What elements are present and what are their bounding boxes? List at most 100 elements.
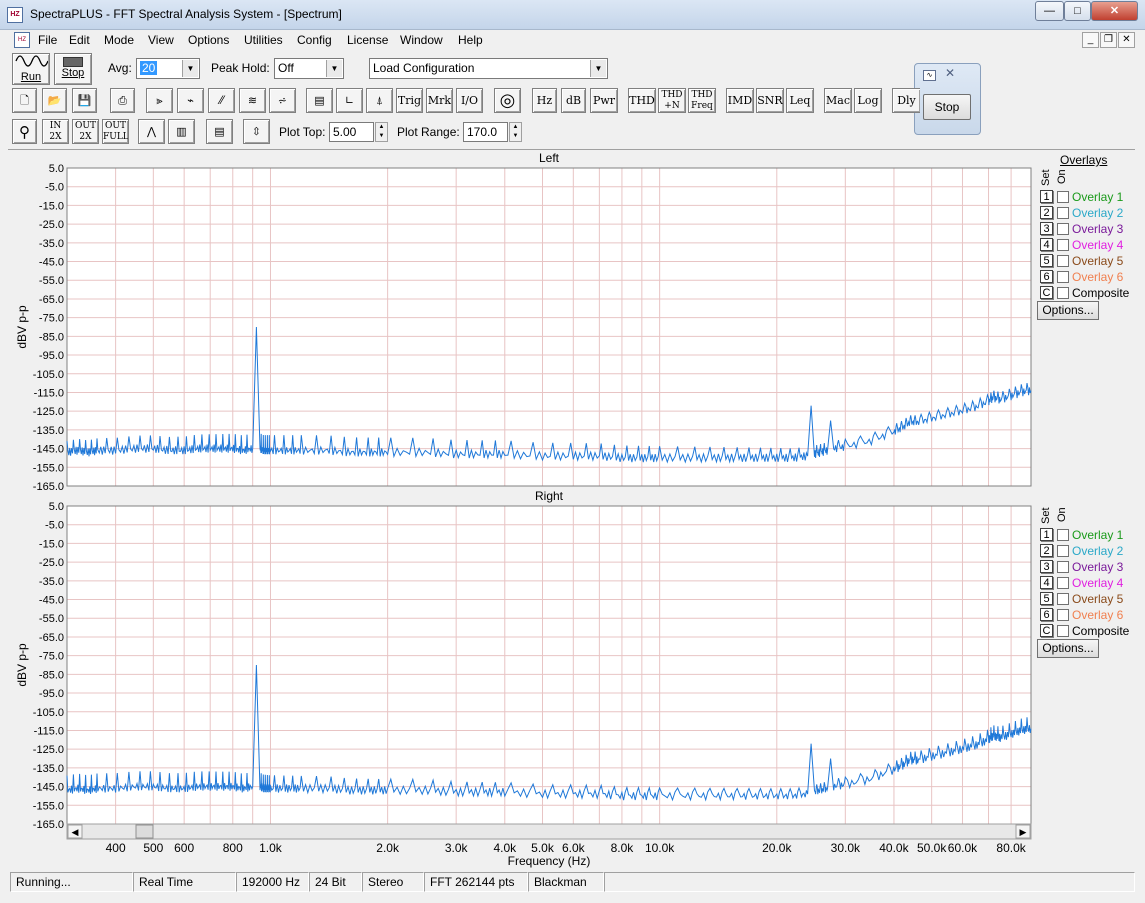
spectrum-arrows-icon[interactable]: ⫸	[146, 88, 173, 113]
overlay-checkbox[interactable]	[1057, 287, 1069, 299]
overlay-label: Overlay 6	[1072, 608, 1124, 622]
menu-options[interactable]: Options	[188, 33, 229, 47]
overlay-set-button-2[interactable]: 2	[1040, 206, 1053, 219]
plot-top-input[interactable]: 5.00	[329, 122, 374, 142]
zoom-full-button[interactable]: OUT FULL	[102, 119, 129, 144]
overlay-checkbox[interactable]	[1057, 239, 1069, 251]
overlay-set-button-2[interactable]: 2	[1040, 544, 1053, 557]
overlay-options-button[interactable]: Options...	[1037, 639, 1099, 658]
menu-config[interactable]: Config	[297, 33, 332, 47]
menu-file[interactable]: File	[38, 33, 57, 47]
plot-range-input[interactable]: 170.0	[463, 122, 508, 142]
close-button[interactable]: ✕	[1091, 1, 1138, 21]
line-plot-icon[interactable]: ⋀	[138, 119, 165, 144]
menu-view[interactable]: View	[148, 33, 174, 47]
zoom-icon[interactable]: ⚲	[12, 119, 37, 144]
mdi-close-button[interactable]: ✕	[1118, 32, 1135, 48]
spectrogram-icon[interactable]: ≋	[239, 88, 266, 113]
io-button[interactable]: I/O	[456, 88, 483, 113]
mdi-restore-button[interactable]: ❐	[1100, 32, 1117, 48]
menu-mode[interactable]: Mode	[104, 33, 134, 47]
chart-title: Right	[535, 489, 564, 503]
menu-help[interactable]: Help	[458, 33, 483, 47]
mdi-minimize-button[interactable]: _	[1082, 32, 1099, 48]
overlay-set-button-5[interactable]: 5	[1040, 254, 1053, 267]
peak-hold-select[interactable]: Off ▼	[274, 58, 344, 79]
mrk-button[interactable]: Mrk	[426, 88, 453, 113]
overlay-set-button-6[interactable]: 6	[1040, 608, 1053, 621]
overlay-checkbox[interactable]	[1057, 271, 1069, 283]
save-icon[interactable]: 💾	[72, 88, 97, 113]
thd-button[interactable]: THD	[628, 88, 656, 113]
overlay-set-button-5[interactable]: 5	[1040, 592, 1053, 605]
open-folder-icon[interactable]: 📂	[42, 88, 67, 113]
menu-window[interactable]: Window	[400, 33, 443, 47]
overlay-checkbox[interactable]	[1057, 625, 1069, 637]
dly-button[interactable]: Dly	[892, 88, 920, 113]
hz-button[interactable]: Hz	[532, 88, 557, 113]
3d-plot-icon[interactable]: ⩫	[269, 88, 296, 113]
overlay-set-button-4[interactable]: 4	[1040, 576, 1053, 589]
pwr-button[interactable]: Pwr	[590, 88, 618, 113]
generator-icon[interactable]: ◎	[494, 88, 521, 113]
snr-button[interactable]: SNR	[756, 88, 784, 113]
plot-settings-icon[interactable]: ▤	[206, 119, 233, 144]
overlay-set-button-3[interactable]: 3	[1040, 560, 1053, 573]
menu-utilities[interactable]: Utilities	[244, 33, 283, 47]
overlay-set-button-3[interactable]: 3	[1040, 222, 1053, 235]
overlay-checkbox[interactable]	[1057, 255, 1069, 267]
ramp-icon[interactable]: ⁄⁄	[208, 88, 235, 113]
maximize-button[interactable]: □	[1064, 1, 1091, 21]
new-file-icon[interactable]: 🗋	[12, 88, 37, 113]
document-icon[interactable]: HZ	[14, 32, 30, 48]
print-icon[interactable]: ⎙	[110, 88, 135, 113]
overlay-checkbox[interactable]	[1057, 593, 1069, 605]
menu-edit[interactable]: Edit	[69, 33, 90, 47]
zoom-in-2x-button[interactable]: IN 2X	[42, 119, 69, 144]
db-button[interactable]: dB	[561, 88, 586, 113]
stop-window-button[interactable]: Stop	[923, 94, 971, 120]
overlay-checkbox[interactable]	[1057, 529, 1069, 541]
bar-plot-icon[interactable]: ▥	[168, 119, 195, 144]
overlay-checkbox[interactable]	[1057, 223, 1069, 235]
minimize-button[interactable]: —	[1035, 1, 1064, 21]
close-icon[interactable]: ✕	[945, 66, 955, 80]
overlay-checkbox[interactable]	[1057, 561, 1069, 573]
settings-panel-icon[interactable]: ▤	[306, 88, 333, 113]
mac-button[interactable]: Mac	[824, 88, 852, 113]
overlay-set-button-4[interactable]: 4	[1040, 238, 1053, 251]
stop-button[interactable]: Stop	[54, 53, 92, 85]
overlay-checkbox[interactable]	[1057, 577, 1069, 589]
overlay-options-button[interactable]: Options...	[1037, 301, 1099, 320]
axis-icon[interactable]: ∟	[336, 88, 363, 113]
x-tick-label: 80.0k	[996, 841, 1026, 855]
chevron-down-icon: ▼	[182, 60, 198, 77]
log-button[interactable]: Log	[854, 88, 882, 113]
run-button[interactable]: Run	[12, 53, 50, 85]
scope-icon[interactable]: ⌁	[177, 88, 204, 113]
zoom-out-2x-button[interactable]: OUT 2X	[72, 119, 99, 144]
overlay-checkbox[interactable]	[1057, 545, 1069, 557]
overlay-set-button-6[interactable]: 6	[1040, 270, 1053, 283]
filter-icon[interactable]: ⍋	[366, 88, 393, 113]
overlay-set-button-1[interactable]: 1	[1040, 528, 1053, 541]
overlay-set-button-1[interactable]: 1	[1040, 190, 1053, 203]
overlay-set-button-c[interactable]: C	[1040, 286, 1053, 299]
overlay-set-button-c[interactable]: C	[1040, 624, 1053, 637]
imd-button[interactable]: IMD	[726, 88, 754, 113]
overlay-checkbox[interactable]	[1057, 191, 1069, 203]
menu-license[interactable]: License	[347, 33, 388, 47]
overlay-checkbox[interactable]	[1057, 609, 1069, 621]
plot-top-spinner[interactable]: ▲ ▼	[375, 122, 388, 142]
overlay-label: Overlay 4	[1072, 238, 1124, 252]
thd-n-button[interactable]: THD +N	[658, 88, 686, 113]
trig-button[interactable]: Trig	[396, 88, 423, 113]
avg-select[interactable]: 20 ▼	[136, 58, 200, 79]
overlay-checkbox[interactable]	[1057, 207, 1069, 219]
chevron-down-icon: ▼	[326, 60, 342, 77]
vertical-scale-icon[interactable]: ⇳	[243, 119, 270, 144]
thd-freq-button[interactable]: THD Freq	[688, 88, 716, 113]
configuration-select[interactable]: Load Configuration ▼	[369, 58, 608, 79]
leq-button[interactable]: Leq	[786, 88, 814, 113]
plot-range-spinner[interactable]: ▲ ▼	[509, 122, 522, 142]
